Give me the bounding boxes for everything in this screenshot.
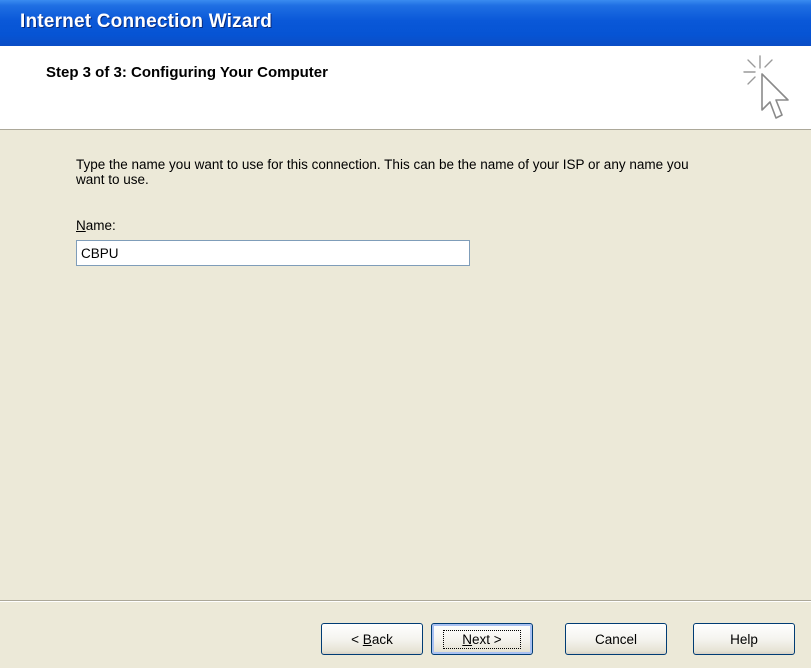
back-button[interactable]: < Back [321,623,423,655]
instruction-text: Type the name you want to use for this c… [76,157,689,187]
cancel-button[interactable]: Cancel [565,623,667,655]
back-button-accelerator: B [362,631,372,647]
name-label-text: ame: [85,218,116,233]
next-button-focus: Next > [443,629,521,649]
step-title: Step 3 of 3: Configuring Your Computer [46,64,328,81]
next-button[interactable]: Next > [431,623,533,655]
next-button-accelerator: N [462,631,473,647]
connection-name-input[interactable] [76,240,470,266]
help-button[interactable]: Help [693,623,795,655]
name-label-accelerator: N [76,218,86,233]
title-bar[interactable]: Internet Connection Wizard [0,0,811,46]
back-button-arrow: < [351,631,363,647]
name-label: Name: [76,218,116,233]
window-title: Internet Connection Wizard [20,11,273,32]
wizard-cursor-icon [743,55,789,119]
wizard-header: Step 3 of 3: Configuring Your Computer [0,46,811,130]
back-button-label: ack [371,631,393,647]
footer-divider-highlight [0,601,811,602]
wizard-content: Type the name you want to use for this c… [0,131,811,600]
next-button-label: ext > [472,631,502,647]
